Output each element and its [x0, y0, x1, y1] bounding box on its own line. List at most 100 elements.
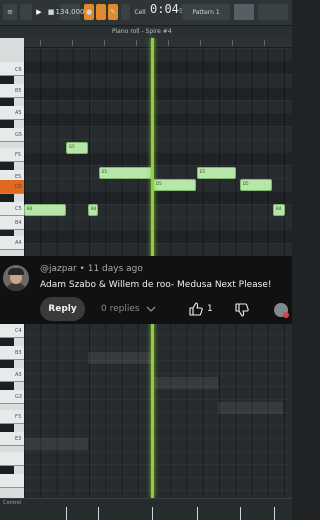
- piano-roll-titlebar: Piano roll - Spire #4: [0, 26, 292, 38]
- key-b3[interactable]: B3: [0, 346, 24, 360]
- stop-icon[interactable]: ■: [46, 4, 56, 20]
- black-key[interactable]: [0, 382, 14, 390]
- key-label: A4: [15, 240, 22, 246]
- comment-age: 11 days ago: [87, 264, 143, 274]
- control-label: Control: [3, 500, 22, 506]
- key-c4[interactable]: C4: [0, 324, 24, 338]
- pencil-icon[interactable]: ✎: [108, 4, 118, 20]
- key-label: E3: [15, 436, 22, 442]
- key-label: C4: [15, 328, 22, 334]
- black-key[interactable]: [0, 98, 14, 106]
- velocity-bar[interactable]: [98, 507, 99, 520]
- key-a4[interactable]: A4: [0, 236, 24, 250]
- black-key[interactable]: [0, 194, 14, 202]
- grid-row: [24, 87, 292, 100]
- velocity-bar[interactable]: [152, 507, 153, 520]
- midi-note[interactable]: E5: [99, 167, 152, 179]
- ruler-tick: [232, 40, 233, 46]
- key-f3[interactable]: F3: [0, 410, 24, 424]
- key-d5-active[interactable]: D5: [0, 180, 24, 194]
- chevron-down-icon[interactable]: [146, 304, 156, 314]
- play-icon[interactable]: ▶: [34, 4, 44, 20]
- ghost-note: [88, 352, 153, 364]
- metronome-icon[interactable]: [96, 4, 106, 20]
- ghost-note: [24, 438, 88, 450]
- menu-icon[interactable]: ≡: [3, 4, 17, 20]
- black-key[interactable]: [0, 76, 14, 84]
- ruler-tick: [200, 40, 201, 46]
- commenter-avatar[interactable]: [3, 265, 29, 291]
- note-label: E5: [200, 169, 206, 174]
- ruler-tick: [72, 40, 73, 46]
- key-label: C5: [15, 206, 22, 212]
- midi-note[interactable]: D5: [153, 179, 196, 191]
- pattern-song-toggle[interactable]: [20, 4, 32, 20]
- thumbs-down-icon[interactable]: [235, 303, 249, 317]
- midi-note[interactable]: B4: [273, 204, 285, 216]
- top-toolbar: ≡ ▶ ■ 134.000 ● ✎ Cell 0:0493 Pattern 1: [0, 0, 292, 26]
- midi-note[interactable]: B4: [88, 204, 98, 216]
- event-editor-bar[interactable]: Control: [0, 498, 292, 520]
- black-key[interactable]: [0, 162, 14, 170]
- midi-note[interactable]: B4: [24, 204, 66, 216]
- key-label: A3: [15, 372, 22, 378]
- pattern-selector[interactable]: Pattern 1: [182, 4, 230, 20]
- velocity-bar[interactable]: [274, 507, 275, 520]
- key-a3[interactable]: A3: [0, 368, 24, 382]
- black-key[interactable]: [0, 424, 14, 432]
- avatar-body: [6, 283, 26, 291]
- ghost-note: [218, 402, 283, 414]
- snap-value[interactable]: Cell: [132, 4, 148, 20]
- cpu-monitor: [258, 4, 288, 20]
- reply-button[interactable]: Reply: [40, 297, 85, 321]
- screen: ≡ ▶ ■ 134.000 ● ✎ Cell 0:0493 Pattern 1 …: [0, 0, 292, 520]
- ghost-note: [153, 377, 218, 389]
- key-b4[interactable]: B4: [0, 216, 24, 230]
- key-f5[interactable]: F5: [0, 148, 24, 162]
- record-icon[interactable]: ●: [84, 4, 94, 20]
- key-d3[interactable]: [0, 452, 24, 466]
- key-e3[interactable]: E3: [0, 432, 24, 446]
- key-label: G3: [15, 394, 23, 400]
- key-c5[interactable]: C5: [0, 202, 24, 216]
- tempo-display[interactable]: 134.000: [56, 4, 84, 20]
- black-key[interactable]: [0, 466, 14, 474]
- grid-row: [24, 191, 292, 204]
- avatar-hair: [8, 268, 24, 275]
- ruler-tick: [104, 40, 105, 46]
- black-key[interactable]: [0, 120, 14, 128]
- grid-row: [24, 230, 292, 243]
- black-key[interactable]: [0, 360, 14, 368]
- comment-author[interactable]: @jazpar: [40, 264, 77, 274]
- note-label: B4: [276, 206, 282, 211]
- key-g3[interactable]: G3: [0, 390, 24, 404]
- grid-row: [24, 61, 292, 74]
- note-label: B4: [91, 206, 97, 211]
- black-key[interactable]: [0, 338, 14, 346]
- meta-separator: •: [79, 264, 88, 274]
- midi-note[interactable]: E5: [197, 167, 236, 179]
- time-main: 0:04: [150, 2, 179, 16]
- key-b5[interactable]: B5: [0, 84, 24, 98]
- key-c6[interactable]: C6: [0, 62, 24, 76]
- midi-note[interactable]: G5: [66, 142, 88, 154]
- snap-icon[interactable]: [121, 4, 130, 20]
- velocity-bar[interactable]: [197, 507, 198, 520]
- replies-count[interactable]: 0 replies: [101, 304, 140, 314]
- ruler-tick: [40, 40, 41, 46]
- key-a5[interactable]: A5: [0, 106, 24, 120]
- creator-heart-avatar: [274, 303, 289, 318]
- thumbs-up-icon[interactable]: [189, 302, 203, 316]
- key-label: B3: [15, 350, 22, 356]
- velocity-bar[interactable]: [66, 507, 67, 520]
- piano-roll-title: Piano roll - Spire #4: [112, 28, 172, 35]
- velocity-bar[interactable]: [240, 507, 241, 520]
- timeline-ruler[interactable]: [24, 38, 292, 48]
- key-label: F3: [15, 414, 22, 420]
- midi-note[interactable]: D5: [240, 179, 272, 191]
- grid-row: [24, 152, 292, 165]
- key-g5[interactable]: G5: [0, 128, 24, 142]
- heart-badge-icon: [283, 312, 289, 318]
- key-label: D5: [15, 184, 23, 190]
- key-c3[interactable]: [0, 474, 24, 488]
